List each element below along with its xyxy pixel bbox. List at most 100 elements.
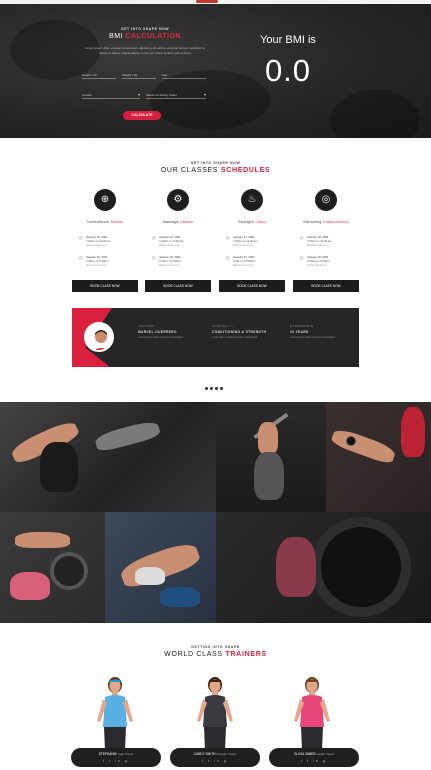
age-field[interactable]: Age (162, 71, 206, 79)
photo-situps[interactable] (105, 512, 216, 623)
gym-icon: ⊕ (94, 189, 116, 211)
banner-value: 10 YEARS (290, 330, 309, 334)
clock-icon: ◷ (300, 255, 304, 260)
top-strip-accent (196, 0, 218, 3)
bmi-title: BMI CALCULATION (85, 33, 205, 40)
figure-shape (10, 572, 50, 600)
trainer-banner: TRAINER MARCEL GUERRERO Lorem ipsum dolor … (72, 308, 359, 367)
calculate-button[interactable]: CALCULATE (123, 111, 161, 120)
banner-heading: EXPERIENCE (290, 324, 314, 328)
social-icons[interactable]: f t in g (269, 759, 359, 763)
trainer-card[interactable]: STEPHANIE Yoga Trainer f t in g (71, 748, 161, 767)
carousel-dot[interactable] (220, 387, 223, 390)
photo-barbell[interactable] (0, 512, 105, 623)
bmi-title-highlight: CALCULATION (125, 33, 181, 40)
banner-info-block: TRAINER MARCEL GUERRERO Lorem ipsum dolor … (138, 324, 208, 340)
photo-smartwatch[interactable] (326, 402, 431, 512)
trainers-pretitle: GETTING INTO SHAPE (191, 645, 240, 649)
figure-shape (15, 532, 70, 548)
session-trainer: Marcel Guerrero (86, 243, 107, 247)
trainer-name: STEPHANIE Yoga Trainer (98, 752, 134, 756)
figure-shape (160, 587, 200, 607)
clock-icon: ◷ (152, 255, 156, 260)
photo-gallery (0, 402, 431, 623)
class-name[interactable]: Combination Station (72, 220, 138, 224)
figure-shape (329, 426, 398, 466)
banner-heading: TRAINER (138, 324, 154, 328)
book-class-button[interactable]: BOOK CLASS NOW (145, 280, 211, 292)
bmi-result-label: Your BMI is (260, 34, 316, 46)
figure-shape (135, 567, 165, 585)
trainer-card[interactable]: CANDY SMITH Strength Trainer f t in g (170, 748, 260, 767)
trainer-role: Strength Trainer (216, 752, 237, 756)
banner-value: MARCEL GUERRERO (138, 330, 177, 334)
bmi-title-plain: BMI (109, 33, 126, 40)
classes-title: OUR CLASSES SCHEDULES (0, 167, 431, 174)
banner-detail: Lorem ipsum dolor sit amet consectetur (290, 336, 336, 339)
bmi-result-value: 0.0 (264, 53, 312, 88)
trainer-name: CANDY SMITH Strength Trainer (193, 752, 237, 756)
session-trainer: Marcel Guerrero (159, 243, 180, 247)
carousel-dot[interactable] (215, 387, 218, 390)
photo-squat[interactable] (216, 402, 326, 512)
classes-pretitle: GET INTO SHAPE NOW (190, 161, 241, 165)
trainers-title-plain: WORLD CLASS (164, 651, 226, 658)
avatar (84, 322, 114, 352)
classes-title-plain: OUR CLASSES (160, 167, 221, 174)
banner-heading: SPECIALITY (212, 324, 234, 328)
gender-select[interactable]: Gender (82, 91, 140, 99)
trainer-role: Cardio Trainer (316, 752, 335, 756)
class-name[interactable]: Massage Station (145, 220, 211, 224)
banner-value: CONDITIONING & STRENGTH (212, 330, 267, 334)
activity-select[interactable]: Select an activity factor (146, 91, 206, 99)
weight-field[interactable]: Weight / kg (122, 71, 156, 79)
class-name[interactable]: Swimming Championship (293, 220, 359, 224)
fitness-icon: ⚙ (167, 189, 189, 211)
clock-icon: ◷ (226, 235, 230, 240)
height-field[interactable]: Height / cm (82, 71, 116, 79)
session-trainer: Marcel Guerrero (307, 243, 328, 247)
clock-icon: ◷ (79, 235, 83, 240)
banner-info-block: SPECIALITY CONDITIONING & STRENGTH Lorem i… (212, 324, 282, 340)
trainer-photo[interactable] (282, 675, 342, 750)
banner-detail: Lorem ipsum dolor sit amet consectetur (212, 336, 258, 339)
book-class-button[interactable]: BOOK CLASS NOW (219, 280, 285, 292)
clock-icon: ◷ (300, 235, 304, 240)
social-icons[interactable]: f t in g (170, 759, 260, 763)
carousel-dot[interactable] (205, 387, 208, 390)
session-trainer: Marcel Guerrero (233, 243, 254, 247)
figure-shape (254, 452, 284, 500)
carousel-dot[interactable] (210, 387, 213, 390)
figure-shape (401, 407, 425, 457)
book-class-button[interactable]: BOOK CLASS NOW (72, 280, 138, 292)
clock-icon: ◷ (226, 255, 230, 260)
carousel-dots[interactable] (205, 377, 227, 390)
trainer-card[interactable]: OLIVIA JAMES Cardio Trainer f t in g (269, 748, 359, 767)
texture-blob (330, 90, 420, 138)
figure-shape (93, 418, 162, 454)
bmi-pretitle: GET INTO SHAPE NOW (120, 27, 170, 31)
session-trainer: Marcel Guerrero (159, 263, 180, 267)
running-icon: ♨ (241, 189, 263, 211)
trainer-role: Yoga Trainer (117, 752, 134, 756)
figure-shape (276, 537, 316, 597)
book-class-button[interactable]: BOOK CLASS NOW (293, 280, 359, 292)
trainers-title-highlight: TRAINERS (225, 651, 267, 658)
figure-shape (40, 442, 78, 492)
cycling-icon: ◎ (315, 189, 337, 211)
figure-shape (258, 422, 278, 454)
trainer-photo[interactable] (85, 675, 145, 750)
clock-icon: ◷ (152, 235, 156, 240)
class-name[interactable]: Strength Class (219, 220, 285, 224)
bmi-section: GET INTO SHAPE NOW BMI CALCULATION Lorem… (0, 0, 431, 138)
bmi-description: Lorem ipsum dolor sit amet consectetur a… (84, 46, 206, 55)
photo-tire[interactable] (216, 512, 431, 623)
social-icons[interactable]: f t in g (71, 759, 161, 763)
banner-detail: Lorem ipsum dolor sit amet consectetur (138, 336, 184, 339)
classes-title-highlight: SCHEDULES (220, 167, 271, 174)
trainer-photo[interactable] (185, 675, 245, 750)
banner-info-block: EXPERIENCE 10 YEARS Lorem ipsum dolor sit … (290, 324, 359, 340)
photo-pushups[interactable] (0, 402, 216, 512)
trainers-title: WORLD CLASS TRAINERS (0, 651, 431, 658)
session-trainer: Marcel Guerrero (307, 263, 328, 267)
